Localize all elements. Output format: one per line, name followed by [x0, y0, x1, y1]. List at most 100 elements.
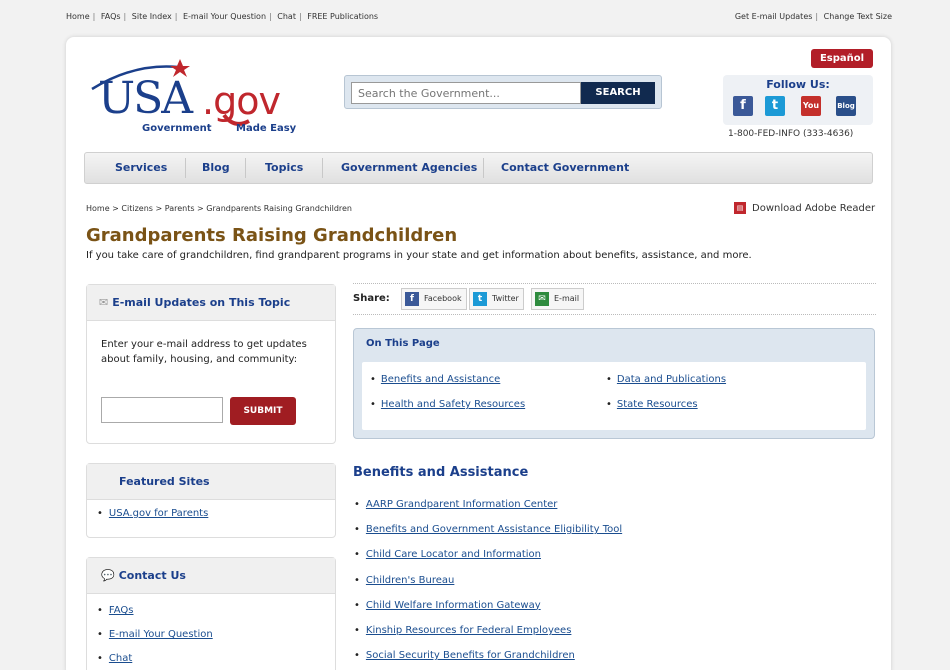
- contact-link-email-question[interactable]: E-mail Your Question: [109, 629, 213, 640]
- list-item: Social Security Benefits for Grandchildr…: [354, 647, 622, 670]
- featured-sites-box: Featured Sites USA.gov for Parents: [86, 463, 336, 538]
- utility-link-site-index[interactable]: Site Index: [132, 12, 172, 21]
- download-adobe-reader-link[interactable]: ▤ Download Adobe Reader: [734, 202, 875, 214]
- list-item: Data and Publications: [606, 374, 726, 385]
- blog-icon[interactable]: Blog: [836, 96, 856, 116]
- twitter-icon[interactable]: t: [765, 96, 785, 116]
- utility-link-email-question[interactable]: E-mail Your Question: [183, 12, 266, 21]
- list-item: Children's Bureau: [354, 572, 622, 597]
- utility-bar: Home | FAQs | Site Index | E-mail Your Ques…: [0, 0, 950, 30]
- email-field[interactable]: [101, 397, 223, 423]
- nav-item-blog[interactable]: Blog: [202, 153, 230, 183]
- twitter-icon: t: [473, 292, 487, 306]
- otp-link-state-resources[interactable]: State Resources: [617, 399, 698, 410]
- on-this-page-panel: On This Page Benefits and Assistance Hea…: [353, 328, 875, 439]
- contact-link-chat[interactable]: Chat: [109, 653, 132, 664]
- list-item: AARP Grandparent Information Center: [354, 496, 622, 521]
- benefit-link-aarp[interactable]: AARP Grandparent Information Center: [366, 499, 557, 510]
- share-bar: Share: f Facebook t Twitter ✉ E-mail: [353, 283, 876, 315]
- usa-gov-logo[interactable]: USA .gov Government Made Easy: [84, 49, 314, 134]
- phone-number: 1-800-FED-INFO (333-4636): [728, 129, 854, 139]
- utility-link-chat[interactable]: Chat: [277, 12, 296, 21]
- page-container: USA .gov Government Made Easy SEARCH Esp…: [66, 37, 891, 670]
- nav-item-contact-government[interactable]: Contact Government: [501, 153, 629, 183]
- on-this-page-links: Benefits and Assistance Health and Safet…: [362, 362, 866, 430]
- featured-sites-list: USA.gov for Parents: [97, 502, 208, 526]
- list-item: Benefits and Assistance: [370, 374, 500, 385]
- share-twitter-button[interactable]: t Twitter: [469, 288, 524, 310]
- nav-item-topics[interactable]: Topics: [265, 153, 303, 183]
- list-item: Child Welfare Information Gateway: [354, 597, 622, 622]
- featured-sites-title: Featured Sites: [87, 464, 335, 500]
- facebook-icon[interactable]: f: [733, 96, 753, 116]
- benefit-link-eligibility-tool[interactable]: Benefits and Government Assistance Eligi…: [366, 524, 622, 535]
- email-icon: ✉: [535, 292, 549, 306]
- follow-us-title: Follow Us:: [766, 78, 830, 91]
- benefits-section-title: Benefits and Assistance: [353, 465, 529, 480]
- youtube-icon[interactable]: You: [801, 96, 821, 116]
- email-updates-header: ✉ E-mail Updates on This Topic: [87, 285, 335, 321]
- contact-us-title: Contact Us: [118, 569, 186, 582]
- logo-usa-text: USA: [98, 73, 193, 124]
- espanol-button[interactable]: Español: [811, 49, 873, 68]
- share-email-button[interactable]: ✉ E-mail: [531, 288, 585, 310]
- list-item: State Resources: [606, 399, 698, 410]
- breadcrumb[interactable]: Home > Citizens > Parents > Grandparents…: [86, 204, 352, 213]
- otp-link-benefits[interactable]: Benefits and Assistance: [381, 374, 500, 385]
- utility-links-right: Get E-mail Updates | Change Text Size: [734, 12, 892, 21]
- on-this-page-title: On This Page: [366, 338, 440, 349]
- nav-item-government-agencies[interactable]: Government Agencies: [341, 153, 477, 183]
- nav-item-services[interactable]: Services: [115, 153, 167, 183]
- benefit-link-childrens-bureau[interactable]: Children's Bureau: [366, 575, 454, 586]
- utility-link-text-size[interactable]: Change Text Size: [824, 12, 892, 21]
- logo-tagline-government: Government: [142, 123, 212, 134]
- email-updates-text: Enter your e-mail address to get updates…: [101, 339, 307, 365]
- search-bar: SEARCH: [344, 75, 662, 109]
- pdf-icon: ▤: [734, 202, 746, 214]
- list-item: Health and Safety Resources: [370, 399, 525, 410]
- utility-link-home[interactable]: Home: [66, 12, 90, 21]
- featured-link-usa-gov-parents[interactable]: USA.gov for Parents: [109, 508, 208, 519]
- envelope-icon: ✉: [99, 296, 109, 309]
- benefits-list: AARP Grandparent Information Center Bene…: [354, 496, 622, 670]
- share-twitter-label: Twitter: [492, 294, 519, 303]
- list-item: Child Care Locator and Information: [354, 546, 622, 571]
- email-updates-title: E-mail Updates on This Topic: [112, 296, 291, 309]
- utility-link-free-publications[interactable]: FREE Publications: [307, 12, 378, 21]
- main-nav: Services Blog Topics Government Agencies…: [84, 152, 873, 184]
- share-facebook-button[interactable]: f Facebook: [401, 288, 467, 310]
- benefit-link-social-security[interactable]: Social Security Benefits for Grandchildr…: [366, 650, 575, 661]
- follow-us-panel: Follow Us: f t You Blog: [723, 75, 873, 125]
- utility-link-email-updates[interactable]: Get E-mail Updates: [735, 12, 813, 21]
- search-input[interactable]: [351, 82, 581, 104]
- otp-link-data-publications[interactable]: Data and Publications: [617, 374, 726, 385]
- contact-us-list: FAQs E-mail Your Question Chat: [97, 599, 213, 670]
- benefit-link-child-welfare[interactable]: Child Welfare Information Gateway: [366, 600, 541, 611]
- utility-link-faqs[interactable]: FAQs: [101, 12, 121, 21]
- facebook-icon: f: [405, 292, 419, 306]
- nav-divider: [245, 158, 246, 178]
- logo-gov-text: .gov: [202, 79, 281, 123]
- contact-us-header: 💬 Contact Us: [87, 558, 335, 594]
- speech-bubble-icon: 💬: [101, 569, 115, 582]
- contact-link-faqs[interactable]: FAQs: [109, 605, 134, 616]
- email-updates-box: ✉ E-mail Updates on This Topic Enter your…: [86, 284, 336, 444]
- benefit-link-kinship[interactable]: Kinship Resources for Federal Employees: [366, 625, 572, 636]
- list-item: FAQs: [97, 599, 213, 623]
- adobe-link-label: Download Adobe Reader: [752, 203, 876, 214]
- logo-tagline-made-easy: Made Easy: [236, 123, 297, 134]
- submit-button[interactable]: SUBMIT: [230, 397, 296, 425]
- search-button[interactable]: SEARCH: [581, 82, 655, 104]
- page-intro: If you take care of grandchildren, find …: [86, 250, 752, 261]
- nav-divider: [322, 158, 323, 178]
- list-item: Chat: [97, 647, 213, 670]
- utility-links-left: Home | FAQs | Site Index | E-mail Your Ques…: [66, 12, 379, 21]
- page-title: Grandparents Raising Grandchildren: [86, 225, 458, 246]
- list-item: USA.gov for Parents: [97, 502, 208, 526]
- list-item: Benefits and Government Assistance Eligi…: [354, 521, 622, 546]
- share-facebook-label: Facebook: [424, 294, 462, 303]
- benefit-link-child-care[interactable]: Child Care Locator and Information: [366, 549, 541, 560]
- share-label: Share:: [353, 293, 390, 304]
- otp-link-health-safety[interactable]: Health and Safety Resources: [381, 399, 525, 410]
- contact-us-box: 💬Contact Us FAQs E-mail Your Question Ch…: [86, 557, 336, 670]
